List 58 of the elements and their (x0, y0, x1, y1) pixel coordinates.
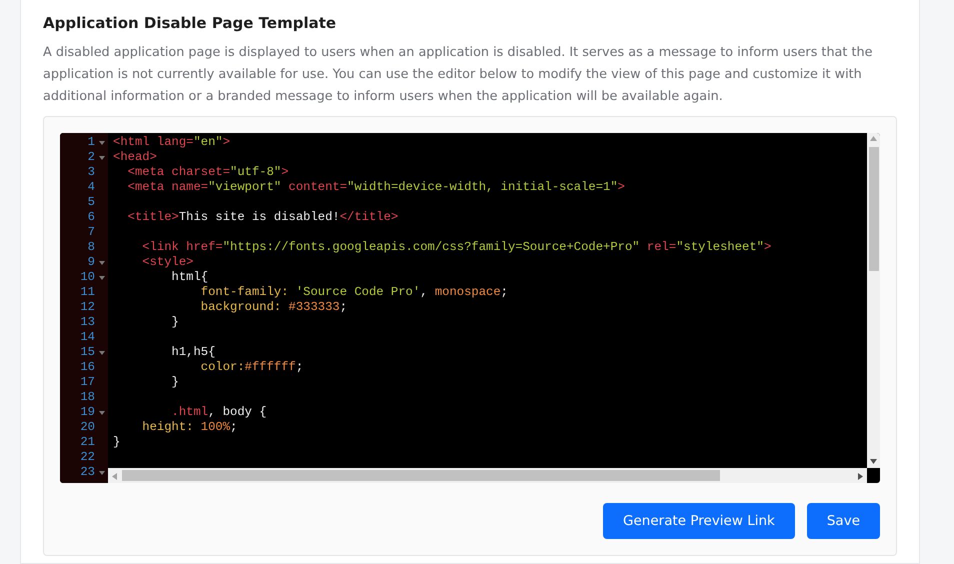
code-line: <html lang="en"> (112, 135, 230, 150)
fold-caret-icon[interactable] (98, 470, 104, 474)
line-number: 22 (79, 450, 95, 465)
fold-caret-icon[interactable] (98, 410, 104, 414)
line-number: 13 (79, 315, 95, 330)
section-description: A disabled application page is displayed to users when an application is disabled. It serves as a message to inform users that the application is not currently available for use. You can use the editor below to modify the view of this page and customize it with additional information or a branded message to inform users when the application will be available again. (43, 44, 874, 106)
preview-link-button[interactable]: Generate Preview Link (603, 503, 795, 539)
code-line: <meta charset="utf-8"> (126, 165, 289, 180)
vertical-scrollbar[interactable] (867, 133, 880, 468)
line-number: 8 (86, 240, 95, 255)
line-number: 3 (86, 165, 95, 180)
code-line: <link href="https://fonts.googleapis.com/css?family=Source+Code+Pro" rel="stylesheet"> (141, 240, 772, 255)
line-number: 20 (79, 420, 95, 435)
line-number: 10 (79, 270, 95, 285)
fold-caret-icon[interactable] (98, 260, 104, 264)
line-number: 19 (79, 405, 95, 420)
line-number: 11 (79, 285, 95, 300)
fold-caret-icon[interactable] (98, 276, 104, 280)
line-number: 23 (79, 465, 95, 480)
line-number: 16 (79, 360, 95, 375)
code-line: <head> (112, 150, 157, 165)
line-number: 15 (79, 345, 95, 360)
code-editor[interactable] (60, 133, 880, 483)
save-button[interactable]: Save (806, 503, 880, 539)
code-line: } (170, 375, 179, 390)
code-line: } (170, 315, 179, 330)
line-number: 6 (86, 210, 95, 225)
line-number: 21 (79, 435, 95, 450)
section-title: Application Disable Page Template (43, 14, 338, 32)
line-number: 18 (79, 390, 95, 405)
fold-caret-icon[interactable] (98, 156, 104, 160)
code-line: <title>This site is disabled!</title> (126, 210, 398, 225)
code-line: background: #333333; (200, 300, 348, 315)
line-number: 12 (79, 300, 95, 315)
fold-caret-icon[interactable] (98, 350, 104, 354)
line-number: 7 (86, 225, 95, 240)
scroll-down-icon[interactable] (870, 459, 877, 464)
fold-caret-icon[interactable] (98, 140, 104, 144)
code-line: <meta name="viewport" content="width=device-width, initial-scale=1"> (126, 180, 625, 195)
code-line: font-family: 'Source Code Pro', monospace; (200, 285, 508, 300)
line-number: 17 (79, 375, 95, 390)
line-number: 9 (86, 255, 95, 270)
scroll-right-icon[interactable] (858, 473, 863, 480)
code-line: h1,h5{ (170, 345, 216, 360)
code-line: .html, body { (170, 405, 267, 420)
line-number: 5 (86, 195, 95, 210)
code-line: color:#ffffff; (200, 360, 304, 375)
line-number: 14 (79, 330, 95, 345)
scrollbar-thumb[interactable] (869, 147, 879, 271)
code-line: html{ (170, 270, 208, 285)
code-line: <style> (141, 255, 194, 270)
line-number: 4 (86, 180, 95, 195)
horizontal-scrollbar[interactable] (108, 468, 867, 483)
line-number: 2 (86, 150, 95, 165)
scrollbar-thumb[interactable] (122, 470, 720, 481)
code-line: height: 100%; (141, 420, 238, 435)
code-line: } (112, 435, 120, 450)
line-number: 1 (86, 135, 95, 150)
